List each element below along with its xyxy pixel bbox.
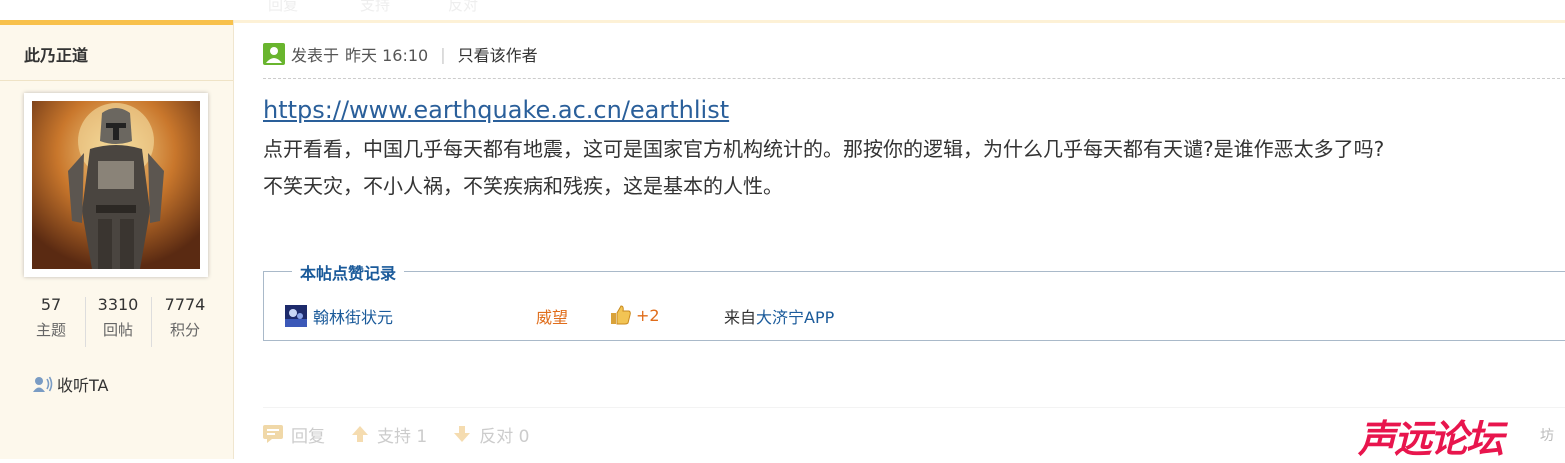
stat-threads-label: 主题 [35,321,66,339]
liker-avatar[interactable] [285,305,307,327]
oppose-label: 反对 0 [479,426,530,447]
avatar-image [32,101,200,269]
sidebar-accent-bar [0,20,233,25]
arrow-up-icon [352,426,368,442]
stat-threads[interactable]: 57 主题 [18,295,84,340]
reply-label: 回复 [291,426,325,447]
support-button[interactable]: 支持 1 [351,422,427,447]
follow-button[interactable]: 收听TA [33,372,108,396]
like-amount: +2 [636,305,660,325]
like-record-title: 本帖点赞记录 [292,260,405,284]
watermark-tail: 坊 [1540,428,1554,444]
arrow-down-icon [454,426,471,442]
sidebar-divider [0,80,233,81]
post-meta: 发表于 昨天 16:10 | 只看该作者 [263,43,538,65]
prev-reply-label[interactable]: 回复 [268,0,298,15]
post-text-line: 不笑天灾，不小人祸，不笑疾病和残疾，这是基本的人性。 [263,174,783,198]
follow-label: 收听TA [57,376,109,395]
stat-replies-label: 回帖 [102,321,133,339]
site-watermark: 声远论坛 [1358,417,1504,461]
like-record-box: 本帖点赞记录 翰林街状元 威望 +2 来自 大济宁APP [263,260,1565,341]
post-meta-prefix: 发表于 [291,46,340,65]
stat-points-value: 7774 [164,295,206,314]
like-source: 来自 大济宁APP [724,304,834,328]
stat-points-label: 积分 [169,321,200,339]
reply-button[interactable]: 回复 [263,422,325,447]
thumbs-up-icon [611,305,631,325]
post-actions: 回复 支持 1 反对 0 [263,421,555,447]
like-source-app[interactable]: 大济宁APP [756,304,834,328]
author-stats: 57 主题 3310 回帖 7774 积分 [18,295,218,347]
follow-icon [33,376,53,392]
support-label: 支持 1 [377,426,428,447]
avatar-frame[interactable] [24,93,208,277]
reply-icon [263,425,283,443]
prev-support-label[interactable]: 支持 [360,0,390,15]
meta-separator: | [440,44,446,64]
like-source-prefix: 来自 [724,308,757,327]
stat-points[interactable]: 7774 积分 [152,295,218,340]
like-amount-group: +2 [610,304,660,326]
like-record-row: 翰林街状元 [285,304,393,328]
stat-threads-value: 57 [40,295,62,314]
oppose-button[interactable]: 反对 0 [453,422,529,447]
only-author-link[interactable]: 只看该作者 [458,42,538,66]
post-top-bar [234,20,1565,23]
post-link[interactable]: https://www.earthquake.ac.cn/earthlist [263,96,729,124]
meta-divider [263,78,1565,79]
liker-name[interactable]: 翰林街状元 [313,304,393,328]
stat-replies[interactable]: 3310 回帖 [85,295,151,340]
avatar[interactable] [32,101,200,269]
like-type: 威望 [536,308,569,327]
author-username[interactable]: 此乃正道 [24,42,88,66]
previous-post-actions: 回复 支持 反对 [0,0,1565,20]
post-text-line: 点开看看，中国几乎每天都有地震，这可是国家官方机构统计的。那按你的逻辑，为什么几… [263,137,1385,161]
post-author-icon [263,43,285,65]
post-time: 昨天 16:10 [345,46,429,65]
author-sidebar: 此乃正道 57 主题 3310 回帖 7774 积分 收听TA [0,20,234,459]
prev-oppose-label[interactable]: 反对 [448,0,478,15]
stat-replies-value: 3310 [97,295,139,314]
